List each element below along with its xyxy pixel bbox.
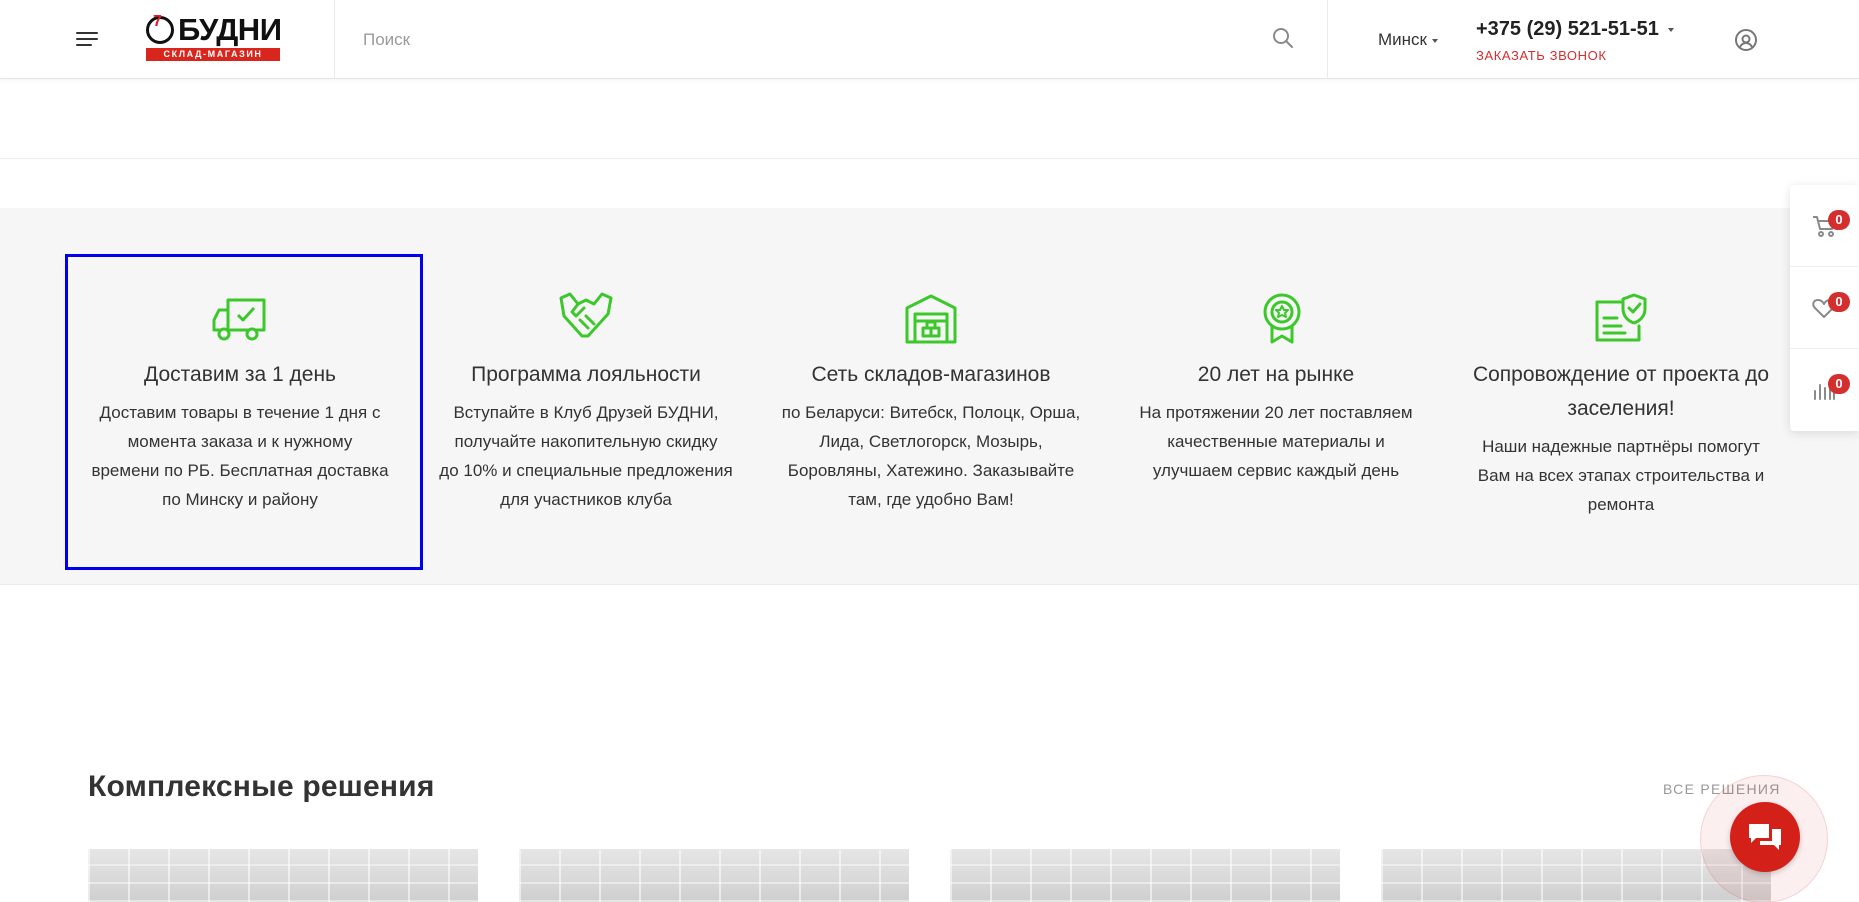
chevron-down-icon — [1431, 38, 1438, 43]
search-icon[interactable] — [1271, 26, 1297, 52]
order-callback-link[interactable]: ЗАКАЗАТЬ ЗВОНОК — [1476, 48, 1607, 63]
cart-count-badge: 0 — [1828, 210, 1850, 230]
phone-number[interactable]: +375 (29) 521-51-51 — [1476, 18, 1674, 41]
chevron-down-icon — [1667, 27, 1674, 32]
city-selector[interactable]: Минск — [1378, 30, 1438, 50]
handshake-icon — [558, 290, 614, 344]
logo-mark-icon — [146, 13, 174, 44]
award-medal-icon — [1254, 292, 1310, 346]
solution-card[interactable] — [950, 849, 1340, 902]
logo-text: БУДНИ — [178, 12, 282, 47]
chat-button[interactable] — [1730, 802, 1800, 872]
solution-card-image — [88, 849, 478, 902]
search-input[interactable] — [363, 24, 1243, 56]
solution-card[interactable] — [519, 849, 909, 902]
compare-button[interactable]: 0 — [1790, 349, 1859, 431]
solution-card-image — [950, 849, 1340, 902]
site-logo[interactable]: БУДНИ СКЛАД-МАГАЗИН — [146, 12, 282, 62]
cart-button[interactable]: 0 — [1790, 185, 1859, 267]
feature-title: Программа лояльности — [471, 363, 701, 386]
feature-title: Доставим за 1 день — [144, 363, 336, 386]
feature-title: Сеть складов-магазинов — [811, 363, 1051, 386]
feature-text: Вступайте в Клуб Друзей БУДНИ, получайте… — [439, 403, 733, 509]
phone-label: +375 (29) 521-51-51 — [1476, 18, 1659, 40]
feature-text: по Беларуси: Витебск, Полоцк, Орша, Лида… — [781, 403, 1081, 509]
wishlist-button[interactable]: 0 — [1790, 267, 1859, 349]
feature-text: На протяжении 20 лет поставляем качестве… — [1139, 403, 1413, 480]
delivery-truck-icon — [212, 294, 268, 348]
menu-burger-icon[interactable] — [76, 31, 98, 47]
feature-title: 20 лет на рынке — [1197, 363, 1355, 386]
solution-card[interactable] — [88, 849, 478, 902]
feature-text: Доставим товары в течение 1 дня с момент… — [91, 403, 389, 509]
features-section: Доставим за 1 день Доставим товары в теч… — [0, 208, 1859, 585]
feature-text: Наши надежные партнёры помогут Вам на вс… — [1477, 437, 1765, 514]
wishlist-count-badge: 0 — [1828, 292, 1850, 312]
divider — [0, 158, 1859, 159]
site-header: БУДНИ СКЛАД-МАГАЗИН Минск +375 (29) 521-… — [0, 0, 1859, 79]
compare-count-badge: 0 — [1828, 374, 1850, 394]
warehouse-icon — [903, 292, 959, 346]
shield-document-icon — [1593, 292, 1649, 346]
solution-card-image — [519, 849, 909, 902]
search-bar — [334, 0, 1328, 79]
user-profile-icon[interactable] — [1734, 28, 1758, 52]
side-panel: 0 0 0 — [1790, 185, 1859, 431]
logo-subtitle: СКЛАД-МАГАЗИН — [146, 48, 280, 61]
chat-bubbles-icon — [1749, 824, 1781, 850]
city-label: Минск — [1378, 30, 1427, 49]
feature-title: Сопровождение от проекта до заселения! — [1472, 363, 1770, 420]
section-title: Комплексные решения — [88, 770, 435, 803]
